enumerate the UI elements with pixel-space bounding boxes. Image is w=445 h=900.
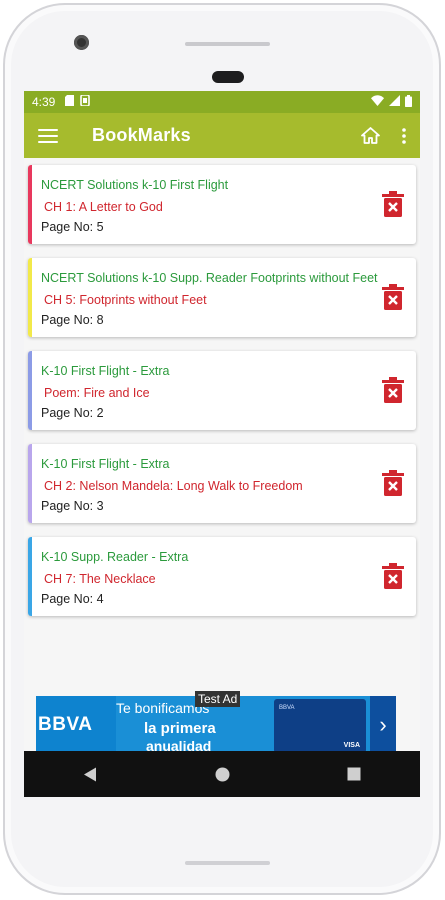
bookmark-card[interactable]: NCERT Solutions k-10 Supp. Reader Footpr… bbox=[28, 258, 416, 337]
bookmark-book-title: K-10 Supp. Reader - Extra bbox=[41, 550, 189, 564]
app-title: BookMarks bbox=[92, 125, 191, 145]
app-bar: BookMarks bbox=[24, 113, 420, 158]
front-camera bbox=[74, 35, 89, 50]
bookmark-accent-bar bbox=[28, 258, 32, 337]
bookmark-book-title: NCERT Solutions k-10 First Flight bbox=[41, 178, 229, 192]
bookmark-book-title: NCERT Solutions k-10 Supp. Reader Footpr… bbox=[41, 271, 378, 285]
status-time: 4:39 bbox=[32, 95, 56, 109]
bookmark-card[interactable]: NCERT Solutions k-10 First Flight CH 1: … bbox=[28, 165, 416, 244]
nav-recents-icon[interactable] bbox=[334, 754, 374, 794]
bookmark-chapter: CH 7: The Necklace bbox=[44, 572, 156, 586]
bookmark-card[interactable]: K-10 Supp. Reader - Extra CH 7: The Neck… bbox=[28, 537, 416, 616]
bookmark-chapter: CH 5: Footprints without Feet bbox=[44, 293, 207, 307]
hamburger-menu-icon[interactable] bbox=[38, 128, 58, 143]
bookmark-accent-bar bbox=[28, 444, 32, 523]
bookmark-page: Page No: 8 bbox=[41, 313, 104, 327]
bookmark-book-title: K-10 First Flight - Extra bbox=[41, 364, 170, 378]
wifi-icon bbox=[371, 95, 384, 109]
bookmark-accent-bar bbox=[28, 351, 32, 430]
delete-icon[interactable] bbox=[382, 284, 404, 310]
top-speaker-grille bbox=[185, 42, 270, 46]
bookmark-chapter: Poem: Fire and Ice bbox=[44, 386, 150, 400]
bottom-speaker-grille bbox=[185, 861, 270, 865]
bookmark-book-title: K-10 First Flight - Extra bbox=[41, 457, 170, 471]
ad-chevron-right-icon[interactable]: › bbox=[370, 696, 396, 753]
nav-back-icon[interactable] bbox=[70, 754, 110, 794]
nav-home-icon[interactable] bbox=[202, 754, 242, 794]
delete-icon[interactable] bbox=[382, 191, 404, 217]
more-vert-icon[interactable] bbox=[402, 127, 406, 144]
bookmark-card[interactable]: K-10 First Flight - Extra Poem: Fire and… bbox=[28, 351, 416, 430]
ad-credit-card-image: BBVA VISA bbox=[274, 699, 366, 753]
bookmark-page: Page No: 4 bbox=[41, 592, 104, 606]
bookmark-page: Page No: 2 bbox=[41, 406, 104, 420]
ad-logo-panel: BBVA bbox=[36, 696, 116, 753]
ad-card-brand: VISA bbox=[343, 742, 360, 749]
battery-icon bbox=[405, 94, 412, 110]
signal-icon bbox=[389, 95, 400, 109]
test-ad-badge: Test Ad bbox=[195, 691, 241, 707]
ad-subline: la primera bbox=[144, 720, 216, 737]
bookmark-page: Page No: 3 bbox=[41, 499, 104, 513]
sd-card-icon bbox=[65, 95, 75, 109]
bookmark-chapter: CH 2: Nelson Mandela: Long Walk to Freed… bbox=[44, 479, 303, 493]
status-bar: 4:39 bbox=[24, 91, 420, 113]
bookmark-accent-bar bbox=[28, 537, 32, 616]
bookmark-chapter: CH 1: A Letter to God bbox=[44, 200, 163, 214]
ad-logo: BBVA bbox=[38, 714, 93, 735]
system-nav-bar bbox=[24, 751, 420, 797]
home-icon[interactable] bbox=[361, 127, 380, 144]
ad-card-label: BBVA bbox=[279, 705, 295, 711]
bookmark-page: Page No: 5 bbox=[41, 220, 104, 234]
bookmark-card[interactable]: K-10 First Flight - Extra CH 2: Nelson M… bbox=[28, 444, 416, 523]
delete-icon[interactable] bbox=[382, 377, 404, 403]
sync-icon bbox=[80, 94, 91, 109]
bookmark-list: NCERT Solutions k-10 First Flight CH 1: … bbox=[24, 158, 420, 616]
app-screen: 4:39 BookMarks NCERT Solutions k-10 Firs… bbox=[24, 91, 420, 797]
delete-icon[interactable] bbox=[382, 563, 404, 589]
bookmark-accent-bar bbox=[28, 165, 32, 244]
delete-icon[interactable] bbox=[382, 470, 404, 496]
earpiece bbox=[212, 71, 244, 83]
